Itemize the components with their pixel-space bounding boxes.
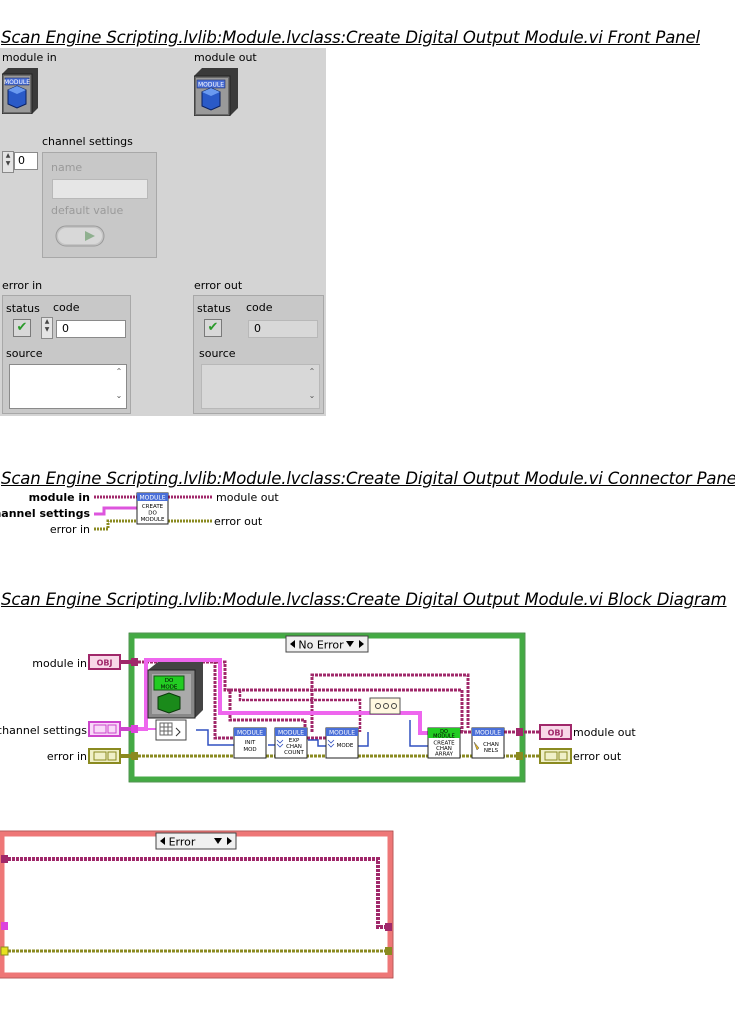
error-in-code-field[interactable]: 0 [56, 320, 126, 338]
svg-text:COUNT: COUNT [284, 750, 304, 756]
terminal-module-in[interactable]: OBJ [88, 654, 121, 670]
module-in-label: module in [2, 51, 57, 64]
check-icon: ✔ [207, 320, 219, 335]
svg-text:MODULE: MODULE [139, 495, 165, 502]
front-panel-title: Scan Engine Scripting.lvlib:Module.lvcla… [1, 28, 700, 47]
error-in-cluster: status code ✔ ▲ ▼ 0 source ⌃ ⌄ [2, 295, 131, 414]
svg-text:MODULE: MODULE [237, 730, 263, 737]
scroll-up-icon[interactable]: ⌃ [116, 367, 123, 376]
svg-text:OBJ: OBJ [97, 659, 113, 668]
unbundle-node[interactable] [369, 697, 401, 715]
error-in-status-label: status [6, 302, 40, 315]
terminal-module-out: OBJ [539, 724, 572, 740]
module-out-label: module out [194, 51, 257, 64]
default-value-led-toggle[interactable] [55, 225, 105, 247]
error-in-source-scrollbar[interactable]: ⌃ ⌄ [113, 366, 125, 407]
svg-text:MODE: MODE [337, 743, 354, 749]
front-panel: module in MODULE module out MODULE chann… [0, 48, 326, 416]
error-out-source-field [201, 364, 320, 409]
block-diagram: module in channel settings error in modu… [0, 620, 735, 990]
svg-text:MODULE: MODULE [433, 734, 455, 740]
error-out-status-label: status [197, 302, 231, 315]
module-class-icon: MODULE [193, 68, 238, 117]
case-selector-no-error[interactable]: No Error [285, 635, 369, 653]
channels-node[interactable]: MODULE CHAN NELS [471, 727, 505, 759]
error-in-code-spinner[interactable]: ▲ ▼ [41, 317, 53, 339]
error-out-code-label: code [246, 301, 273, 314]
error-in-source-label: source [6, 347, 43, 360]
block-diagram-title: Scan Engine Scripting.lvlib:Module.lvcla… [1, 590, 727, 609]
module-class-icon: MODULE [1, 68, 38, 115]
channel-settings-cluster: name default value [42, 152, 157, 258]
error-in-code-label: code [53, 301, 80, 314]
array-index-field[interactable]: 0 [14, 152, 38, 170]
terminal-channel-settings[interactable] [88, 721, 121, 737]
error-in-source-field[interactable] [9, 364, 127, 409]
error-out-label: error out [194, 279, 243, 292]
name-label: name [51, 161, 83, 174]
check-icon: ✔ [16, 320, 28, 335]
svg-text:NELS: NELS [484, 748, 499, 754]
default-value-label: default value [51, 204, 124, 217]
module-in-control[interactable]: MODULE [1, 68, 38, 115]
error-out-cluster: status code ✔ 0 source ⌃ ⌄ [193, 295, 324, 414]
svg-text:MODULE: MODULE [4, 79, 30, 86]
svg-text:No Error: No Error [298, 639, 344, 652]
svg-text:ARRAY: ARRAY [435, 752, 454, 758]
connector-pane-title: Scan Engine Scripting.lvlib:Module.lvcla… [1, 469, 735, 488]
error-out-source-label: source [199, 347, 236, 360]
svg-text:DO: DO [165, 678, 174, 684]
error-in-status-checkbox[interactable]: ✔ [13, 319, 31, 337]
create-do-module-icon: MODULE CREATE DO MODULE [136, 492, 169, 525]
svg-text:MODULE: MODULE [278, 730, 304, 737]
name-field[interactable] [52, 179, 148, 199]
do-mode-constant[interactable]: DO MODE [147, 662, 203, 719]
error-out-status-indicator: ✔ [204, 319, 222, 337]
svg-text:INIT: INIT [245, 740, 256, 746]
case-selector-error[interactable]: Error [155, 832, 237, 850]
scroll-down-icon[interactable]: ⌄ [116, 391, 123, 400]
error-in-label: error in [2, 279, 43, 292]
svg-text:MODULE: MODULE [141, 517, 165, 523]
connector-pane: module in channel settings error in modu… [0, 488, 300, 538]
error-out-code-field: 0 [248, 320, 318, 338]
error-case-structure [0, 831, 393, 978]
svg-text:DO: DO [148, 511, 157, 517]
module-out-indicator: MODULE [193, 68, 238, 117]
svg-text:MODULE: MODULE [475, 730, 501, 737]
array-index-spinner[interactable]: ▲ ▼ [2, 151, 14, 173]
diagram-canvas: No Error OBJ OBJ DO MODE MODULE INIT MOD… [0, 632, 572, 979]
expected-channel-count-node[interactable]: MODULE EXP CHAN COUNT [274, 727, 308, 759]
svg-text:MOD: MOD [243, 747, 256, 753]
index-array-node[interactable] [155, 719, 187, 741]
svg-text:OBJ: OBJ [548, 729, 564, 738]
scroll-down-icon[interactable]: ⌄ [309, 391, 316, 400]
svg-text:MODULE: MODULE [329, 730, 355, 737]
terminal-error-in[interactable] [88, 748, 121, 764]
error-out-source-scrollbar[interactable]: ⌃ ⌄ [306, 366, 318, 407]
svg-text:CREATE: CREATE [142, 504, 164, 510]
svg-text:Error: Error [169, 836, 196, 849]
terminal-error-out [539, 748, 572, 764]
channel-settings-label: channel settings [42, 135, 133, 148]
init-module-node[interactable]: MODULE INIT MOD [233, 727, 267, 759]
svg-text:MODE: MODE [161, 685, 178, 691]
scroll-up-icon[interactable]: ⌃ [309, 367, 316, 376]
module-mode-node[interactable]: MODULE MODE [325, 727, 359, 759]
connector-wires: MODULE CREATE DO MODULE [94, 492, 212, 531]
svg-text:MODULE: MODULE [198, 82, 224, 89]
create-channel-array-node[interactable]: DO MODULE CREATE CHAN ARRAY [427, 727, 461, 759]
